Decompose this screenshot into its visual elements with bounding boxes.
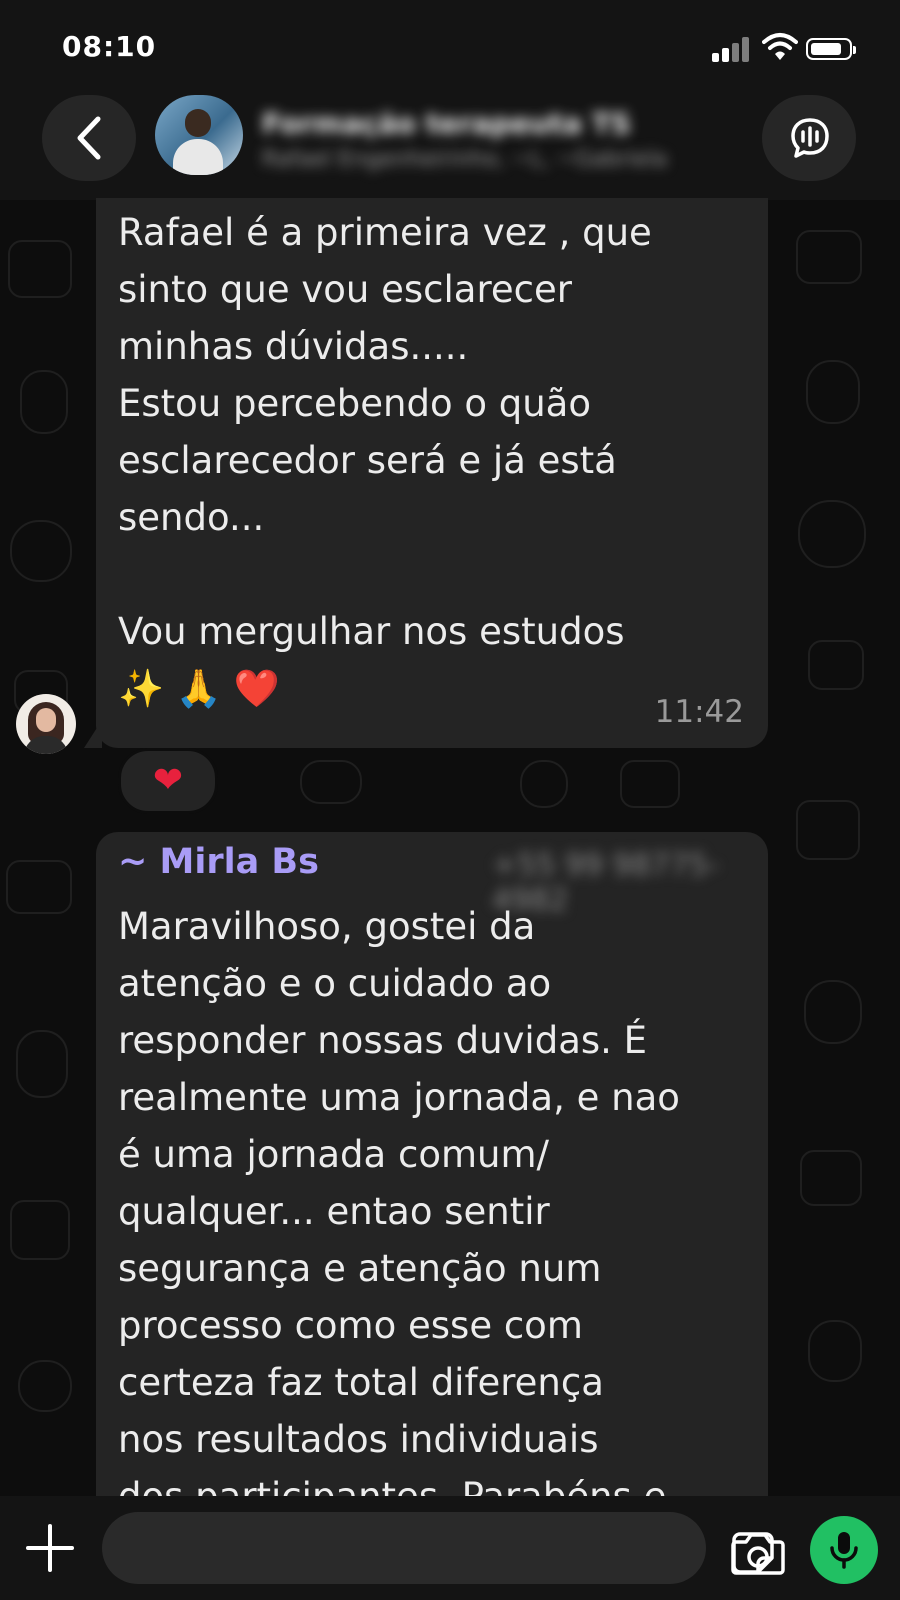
status-bar: 08:10 [0, 0, 900, 95]
composer-bar [0, 1496, 900, 1600]
sender-name[interactable]: ~ Mirla Bs [118, 842, 319, 882]
voice-message-button[interactable] [810, 1516, 878, 1584]
group-avatar[interactable] [155, 95, 243, 175]
message-text: Rafael é a primeira vez , que sinto que … [118, 211, 652, 710]
camera-button[interactable] [730, 1530, 786, 1576]
bubble-tail [84, 720, 102, 748]
battery-icon [806, 38, 856, 60]
group-name[interactable]: Formação terapeuta TS [262, 107, 631, 140]
sender-avatar[interactable] [16, 694, 76, 754]
wifi-icon [762, 32, 798, 62]
chat-header: Formação terapeuta TS Rafael Engenheirin… [0, 95, 900, 200]
attach-button[interactable] [22, 1520, 78, 1576]
back-button[interactable] [42, 95, 136, 181]
message-bubble[interactable]: Rafael é a primeira vez , que sinto que … [96, 198, 768, 748]
status-time: 08:10 [62, 30, 157, 63]
plus-icon [26, 1524, 74, 1572]
cellular-signal-icon [712, 36, 752, 62]
camera-icon [731, 1533, 785, 1575]
group-call-icon [791, 118, 829, 158]
heart-reaction[interactable]: ❤ [118, 748, 218, 814]
message-bubble[interactable]: ~ Mirla Bs +55 99 98775-4982 Maravilhoso… [96, 832, 768, 1552]
message-input[interactable] [102, 1512, 774, 1584]
microphone-icon [830, 1532, 858, 1569]
group-members[interactable]: Rafael Engenheirinho, ~L, ~Gabriela [262, 147, 667, 172]
message-time: 11:42 [654, 694, 744, 730]
message-text: Maravilhoso, gostei da atenção e o cuida… [118, 905, 680, 1518]
group-call-button[interactable] [762, 95, 856, 181]
chevron-left-icon [77, 116, 101, 160]
